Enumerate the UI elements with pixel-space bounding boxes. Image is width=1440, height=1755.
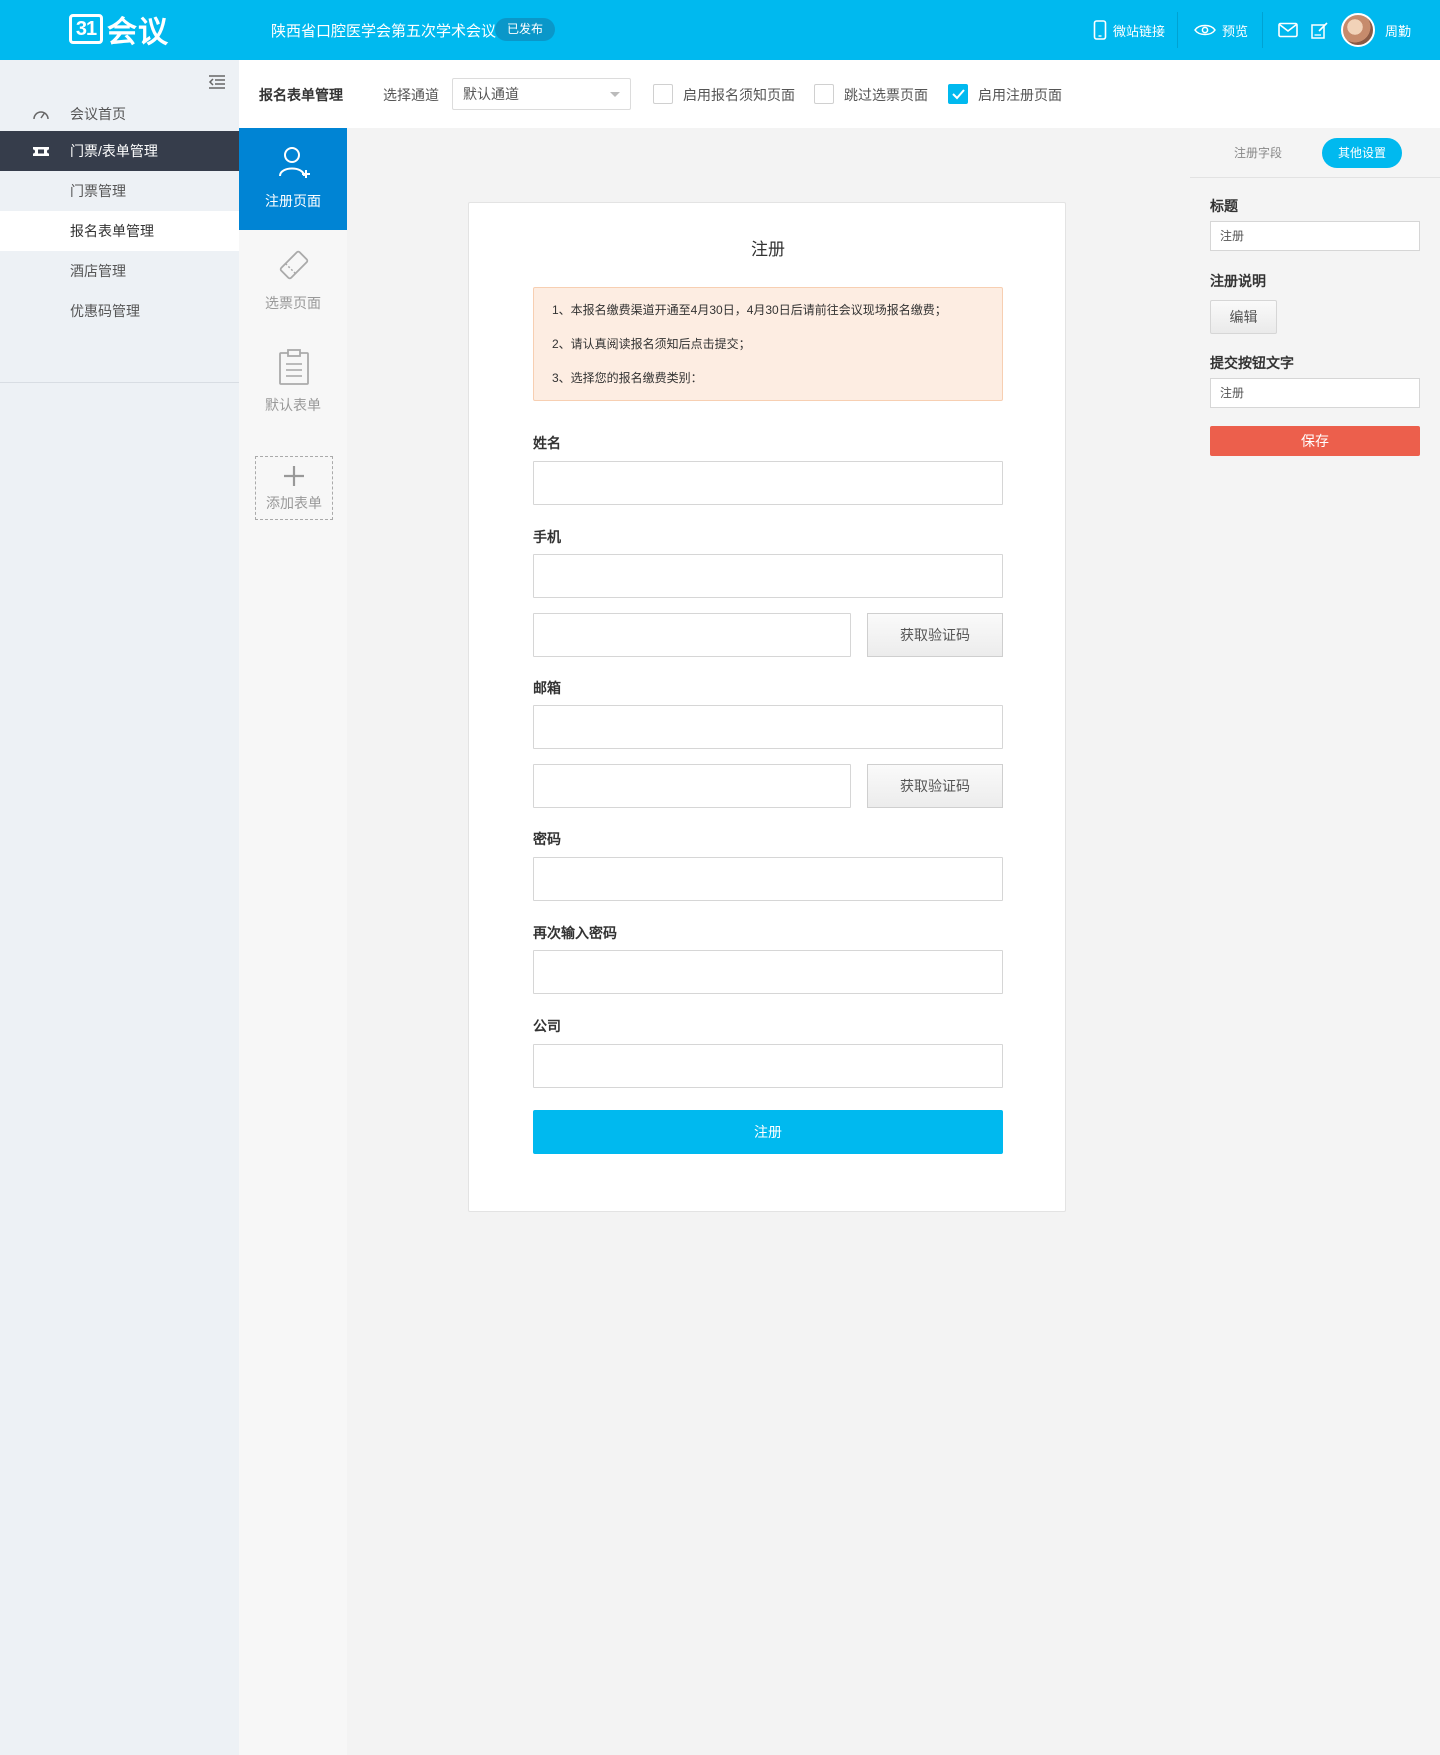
status-badge: 已发布 — [495, 18, 556, 41]
submit-text-input[interactable]: 注册 — [1210, 378, 1420, 408]
sidebar-item-coupon-management[interactable]: 优惠码管理 — [0, 291, 239, 331]
tab-ticket-page[interactable]: 选票页面 — [239, 230, 347, 332]
email-label: 邮箱 — [533, 680, 561, 696]
title-setting-label: 标题 — [1210, 198, 1238, 214]
phone-label: 手机 — [533, 529, 561, 545]
page-toolbar: 报名表单管理 选择通道 默认通道 启用报名须知页面 跳过选票页面 启用注册页面 — [239, 60, 1440, 128]
name-input[interactable] — [533, 461, 1003, 505]
tab-default-form[interactable]: 默认表单 — [239, 332, 347, 434]
company-label: 公司 — [533, 1018, 561, 1034]
edit-description-button[interactable]: 编辑 — [1210, 300, 1277, 334]
edit-note-icon — [1311, 22, 1328, 39]
tab-register-page[interactable]: 注册页面 — [239, 128, 347, 230]
channel-select-value: 默认通道 — [463, 86, 519, 102]
phone-icon — [1093, 20, 1107, 40]
preview-label: 预览 — [1222, 23, 1249, 39]
ticket-icon — [32, 147, 50, 156]
conference-title: 陕西省口腔医学会第五次学术会议 — [271, 23, 497, 40]
settings-panel: 注册字段 其他设置 标题 注册 注册说明 编辑 提交按钮文字 注册 保存 — [1190, 128, 1440, 1755]
sidebar-item-hotel-management[interactable]: 酒店管理 — [0, 251, 239, 291]
name-label: 姓名 — [533, 435, 561, 451]
sidebar: 会议首页 门票/表单管理 门票管理 报名表单管理 酒店管理 优惠码管理 — [0, 60, 239, 1755]
tab-other-settings[interactable]: 其他设置 — [1322, 138, 1402, 168]
password-label: 密码 — [533, 831, 561, 847]
notice-line: 2、请认真阅读报名须知后点击提交； — [552, 337, 751, 351]
settings-tabs: 注册字段 其他设置 — [1190, 128, 1440, 178]
channel-select[interactable]: 默认通道 — [452, 78, 631, 110]
avatar — [1341, 13, 1375, 47]
sidebar-item-ticket-management[interactable]: 门票管理 — [0, 171, 239, 211]
sidebar-item-tickets-forms[interactable]: 门票/表单管理 — [0, 131, 239, 171]
sidebar-item-registration-forms[interactable]: 报名表单管理 — [0, 211, 239, 251]
sidebar-divider — [0, 382, 239, 383]
email-code-input[interactable] — [533, 764, 851, 808]
email-input[interactable] — [533, 705, 1003, 749]
skip-ticket-label[interactable]: 跳过选票页面 — [844, 85, 928, 105]
collapse-menu-icon[interactable] — [208, 74, 226, 90]
user-menu[interactable]: 周勤 — [1341, 0, 1411, 60]
preview-button[interactable]: 预览 — [1194, 0, 1248, 60]
ticket-icon — [279, 250, 309, 280]
enable-register-label[interactable]: 启用注册页面 — [978, 85, 1062, 105]
dashboard-icon — [33, 111, 49, 120]
enable-register-checkbox[interactable] — [948, 84, 968, 104]
form-page-tabs: 注册页面 选票页面 默认表单 添加表单 — [239, 128, 347, 1755]
submit-text-label: 提交按钮文字 — [1210, 355, 1294, 371]
tab-label: 默认表单 — [265, 397, 321, 413]
add-form-button[interactable]: 添加表单 — [255, 456, 333, 520]
enable-notice-checkbox[interactable] — [653, 84, 673, 104]
check-icon — [952, 89, 965, 100]
skip-ticket-checkbox[interactable] — [814, 84, 834, 104]
sidebar-item-label: 报名表单管理 — [70, 223, 154, 239]
clipboard-icon — [279, 349, 309, 385]
enable-notice-label[interactable]: 启用报名须知页面 — [683, 85, 795, 105]
company-input[interactable] — [533, 1044, 1003, 1088]
description-setting-label: 注册说明 — [1210, 273, 1266, 289]
password-confirm-input[interactable] — [533, 950, 1003, 994]
user-add-icon — [279, 147, 310, 178]
sidebar-item-label: 酒店管理 — [70, 263, 126, 279]
phone-input[interactable] — [533, 554, 1003, 598]
password-input[interactable] — [533, 857, 1003, 901]
save-button[interactable]: 保存 — [1210, 426, 1420, 456]
form-preview-card: 注册 1、本报名缴费渠道开通至4月30日，4月30日后请前往会议现场报名缴费； … — [468, 202, 1066, 1212]
sidebar-item-label: 会议首页 — [70, 106, 126, 122]
notice-line: 3、选择您的报名缴费类别： — [552, 371, 703, 385]
sidebar-item-label: 门票管理 — [70, 183, 126, 199]
mail-button[interactable] — [1278, 0, 1298, 60]
header-divider — [1262, 12, 1263, 48]
mobile-link-label: 微站链接 — [1113, 23, 1166, 39]
plus-icon — [284, 466, 304, 486]
notice-line: 1、本报名缴费渠道开通至4月30日，4月30日后请前往会议现场报名缴费； — [552, 303, 947, 317]
password-confirm-label: 再次输入密码 — [533, 925, 617, 941]
phone-get-code-button[interactable]: 获取验证码 — [867, 613, 1003, 657]
mail-icon — [1278, 22, 1298, 38]
notice-box: 1、本报名缴费渠道开通至4月30日，4月30日后请前往会议现场报名缴费； 2、请… — [533, 287, 1003, 401]
tab-register-fields[interactable]: 注册字段 — [1218, 138, 1298, 168]
logo-mark: 31 — [69, 14, 103, 44]
add-form-label: 添加表单 — [266, 495, 322, 511]
user-name: 周勤 — [1385, 23, 1412, 39]
logo-text: 会议 — [107, 16, 169, 49]
phone-code-input[interactable] — [533, 613, 851, 657]
title-setting-input[interactable]: 注册 — [1210, 221, 1420, 251]
page-title: 报名表单管理 — [259, 87, 343, 103]
app-logo[interactable]: 31 会议 — [69, 12, 169, 49]
form-title: 注册 — [751, 240, 785, 259]
register-submit-button[interactable]: 注册 — [533, 1110, 1003, 1154]
tab-label: 选票页面 — [265, 295, 321, 311]
email-get-code-button[interactable]: 获取验证码 — [867, 764, 1003, 808]
tab-label: 注册页面 — [265, 193, 321, 209]
eye-icon — [1194, 24, 1216, 36]
header-divider — [1177, 12, 1178, 48]
channel-label: 选择通道 — [383, 87, 439, 103]
sidebar-item-home[interactable]: 会议首页 — [0, 94, 239, 134]
mobile-link-button[interactable]: 微站链接 — [1093, 0, 1165, 60]
top-header: 31 会议 陕西省口腔医学会第五次学术会议 已发布 微站链接 预览 周勤 — [0, 0, 1440, 60]
edit-note-button[interactable] — [1311, 0, 1329, 60]
chevron-down-icon — [610, 92, 620, 97]
sidebar-item-label: 门票/表单管理 — [70, 143, 158, 159]
sidebar-item-label: 优惠码管理 — [70, 303, 140, 319]
